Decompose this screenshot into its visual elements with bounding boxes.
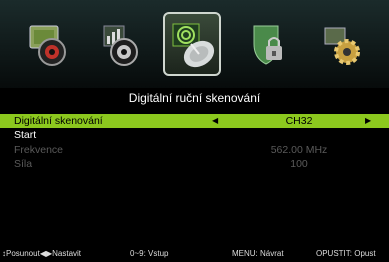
page-title: Digitální ruční skenování xyxy=(0,91,389,106)
settings-category[interactable] xyxy=(315,14,369,74)
row-label: Digitální skenování xyxy=(14,115,103,127)
strength-value: 100 xyxy=(290,158,308,170)
channel-value: CH32 xyxy=(285,115,313,127)
row-label: Start xyxy=(14,129,37,141)
satellite-category[interactable] xyxy=(163,12,221,76)
row-frequency: Frekvence 562.00 MHz xyxy=(0,143,389,157)
gear-icon xyxy=(324,27,360,65)
picture-category[interactable] xyxy=(22,14,76,74)
row-start[interactable]: Start xyxy=(0,128,389,142)
row-label: Frekvence xyxy=(14,144,64,156)
arrow-left-icon[interactable]: ◀ xyxy=(212,114,218,128)
footer-hints: ↕Posunout◀▶Nastavit 0~9: Vstup MENU: Náv… xyxy=(0,246,389,262)
picture-icon xyxy=(29,25,66,66)
hint-move: ↕Posunout◀▶Nastavit xyxy=(2,249,82,258)
lock-category[interactable] xyxy=(240,14,294,74)
row-digital-scan[interactable]: Digitální skenování ◀ CH32 ▶ xyxy=(0,114,389,128)
channel-icon xyxy=(103,25,138,66)
hint-exit: OPUSTIT: Opust xyxy=(316,249,376,258)
hint-menu: MENU: Návrat xyxy=(232,249,284,258)
category-icon-bar xyxy=(0,0,389,88)
hint-numeric: 0~9: Vstup xyxy=(130,249,169,258)
channel-category[interactable] xyxy=(94,14,148,74)
lock-icon xyxy=(253,25,282,65)
left-right-arrow-icon: ◀▶ xyxy=(39,249,53,258)
satellite-dish-icon xyxy=(172,23,215,68)
row-strength: Síla 100 xyxy=(0,157,389,171)
row-label: Síla xyxy=(14,158,33,170)
arrow-right-icon[interactable]: ▶ xyxy=(365,114,371,128)
frequency-value: 562.00 MHz xyxy=(270,144,328,156)
